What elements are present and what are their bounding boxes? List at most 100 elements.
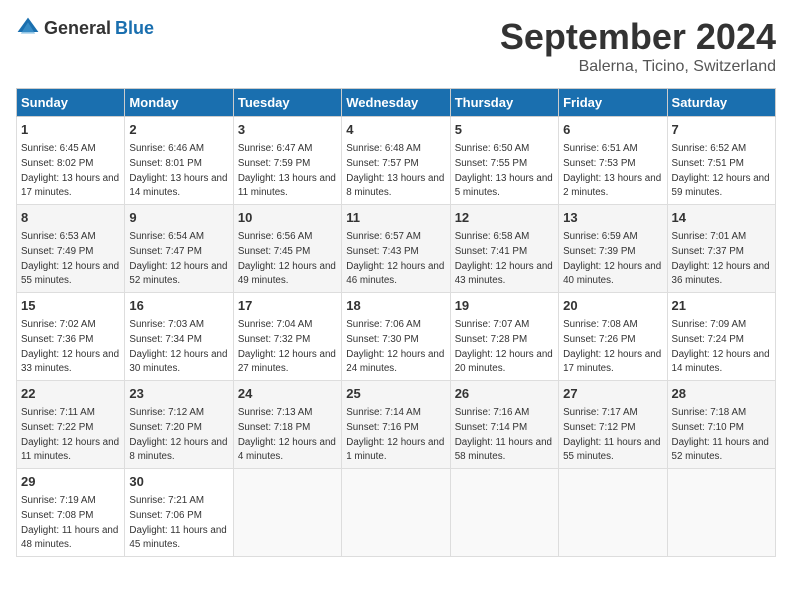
calendar-week-4: 22 Sunrise: 7:11 AM Sunset: 7:22 PM Dayl… xyxy=(17,381,776,469)
calendar-cell: 25 Sunrise: 7:14 AM Sunset: 7:16 PM Dayl… xyxy=(342,381,450,469)
month-title: September 2024 xyxy=(500,16,776,58)
sunset-info: Sunset: 7:14 PM xyxy=(455,422,527,433)
sunrise-info: Sunrise: 7:08 AM xyxy=(563,319,638,330)
calendar-cell: 26 Sunrise: 7:16 AM Sunset: 7:14 PM Dayl… xyxy=(450,381,558,469)
col-saturday: Saturday xyxy=(667,89,775,117)
day-number: 6 xyxy=(563,121,662,139)
col-friday: Friday xyxy=(559,89,667,117)
calendar-table: Sunday Monday Tuesday Wednesday Thursday… xyxy=(16,88,776,557)
sunrise-info: Sunrise: 6:45 AM xyxy=(21,143,96,154)
calendar-cell: 7 Sunrise: 6:52 AM Sunset: 7:51 PM Dayli… xyxy=(667,117,775,205)
sunrise-info: Sunrise: 7:17 AM xyxy=(563,407,638,418)
daylight-info: Daylight: 13 hours and 17 minutes. xyxy=(21,173,119,199)
daylight-info: Daylight: 13 hours and 14 minutes. xyxy=(129,173,227,199)
sunrise-info: Sunrise: 6:46 AM xyxy=(129,143,204,154)
sunrise-info: Sunrise: 6:48 AM xyxy=(346,143,421,154)
calendar-cell: 6 Sunrise: 6:51 AM Sunset: 7:53 PM Dayli… xyxy=(559,117,667,205)
sunrise-info: Sunrise: 7:04 AM xyxy=(238,319,313,330)
daylight-info: Daylight: 12 hours and 46 minutes. xyxy=(346,261,444,287)
day-number: 1 xyxy=(21,121,120,139)
sunrise-info: Sunrise: 7:14 AM xyxy=(346,407,421,418)
day-number: 17 xyxy=(238,297,337,315)
sunset-info: Sunset: 7:49 PM xyxy=(21,246,93,257)
sunrise-info: Sunrise: 6:59 AM xyxy=(563,231,638,242)
daylight-info: Daylight: 12 hours and 14 minutes. xyxy=(672,349,770,375)
day-number: 27 xyxy=(563,385,662,403)
sunrise-info: Sunrise: 7:16 AM xyxy=(455,407,530,418)
daylight-info: Daylight: 12 hours and 33 minutes. xyxy=(21,349,119,375)
sunset-info: Sunset: 7:57 PM xyxy=(346,158,418,169)
sunrise-info: Sunrise: 7:21 AM xyxy=(129,495,204,506)
col-sunday: Sunday xyxy=(17,89,125,117)
col-tuesday: Tuesday xyxy=(233,89,341,117)
daylight-info: Daylight: 12 hours and 59 minutes. xyxy=(672,173,770,199)
daylight-info: Daylight: 12 hours and 1 minute. xyxy=(346,437,444,463)
day-number: 19 xyxy=(455,297,554,315)
daylight-info: Daylight: 12 hours and 40 minutes. xyxy=(563,261,661,287)
day-number: 12 xyxy=(455,209,554,227)
sunset-info: Sunset: 7:20 PM xyxy=(129,422,201,433)
day-number: 25 xyxy=(346,385,445,403)
daylight-info: Daylight: 13 hours and 11 minutes. xyxy=(238,173,336,199)
calendar-cell: 10 Sunrise: 6:56 AM Sunset: 7:45 PM Dayl… xyxy=(233,205,341,293)
day-number: 11 xyxy=(346,209,445,227)
daylight-info: Daylight: 12 hours and 43 minutes. xyxy=(455,261,553,287)
sunset-info: Sunset: 7:39 PM xyxy=(563,246,635,257)
sunset-info: Sunset: 7:24 PM xyxy=(672,334,744,345)
day-number: 15 xyxy=(21,297,120,315)
sunset-info: Sunset: 7:18 PM xyxy=(238,422,310,433)
daylight-info: Daylight: 12 hours and 8 minutes. xyxy=(129,437,227,463)
sunset-info: Sunset: 7:53 PM xyxy=(563,158,635,169)
daylight-info: Daylight: 12 hours and 52 minutes. xyxy=(129,261,227,287)
calendar-cell: 12 Sunrise: 6:58 AM Sunset: 7:41 PM Dayl… xyxy=(450,205,558,293)
col-monday: Monday xyxy=(125,89,233,117)
sunset-info: Sunset: 7:30 PM xyxy=(346,334,418,345)
sunrise-info: Sunrise: 6:58 AM xyxy=(455,231,530,242)
calendar-week-3: 15 Sunrise: 7:02 AM Sunset: 7:36 PM Dayl… xyxy=(17,293,776,381)
sunrise-info: Sunrise: 6:51 AM xyxy=(563,143,638,154)
location-title: Balerna, Ticino, Switzerland xyxy=(500,58,776,76)
calendar-cell: 19 Sunrise: 7:07 AM Sunset: 7:28 PM Dayl… xyxy=(450,293,558,381)
sunrise-info: Sunrise: 7:02 AM xyxy=(21,319,96,330)
sunset-info: Sunset: 7:28 PM xyxy=(455,334,527,345)
sunset-info: Sunset: 7:34 PM xyxy=(129,334,201,345)
day-number: 18 xyxy=(346,297,445,315)
sunrise-info: Sunrise: 6:50 AM xyxy=(455,143,530,154)
day-number: 4 xyxy=(346,121,445,139)
day-number: 16 xyxy=(129,297,228,315)
sunset-info: Sunset: 7:36 PM xyxy=(21,334,93,345)
sunset-info: Sunset: 7:43 PM xyxy=(346,246,418,257)
sunrise-info: Sunrise: 6:53 AM xyxy=(21,231,96,242)
calendar-cell: 16 Sunrise: 7:03 AM Sunset: 7:34 PM Dayl… xyxy=(125,293,233,381)
sunrise-info: Sunrise: 7:01 AM xyxy=(672,231,747,242)
daylight-info: Daylight: 12 hours and 24 minutes. xyxy=(346,349,444,375)
logo-general: General xyxy=(44,18,111,39)
calendar-cell: 4 Sunrise: 6:48 AM Sunset: 7:57 PM Dayli… xyxy=(342,117,450,205)
sunrise-info: Sunrise: 7:03 AM xyxy=(129,319,204,330)
calendar-cell: 15 Sunrise: 7:02 AM Sunset: 7:36 PM Dayl… xyxy=(17,293,125,381)
calendar-cell xyxy=(667,469,775,557)
day-number: 9 xyxy=(129,209,228,227)
daylight-info: Daylight: 12 hours and 55 minutes. xyxy=(21,261,119,287)
sunset-info: Sunset: 8:01 PM xyxy=(129,158,201,169)
daylight-info: Daylight: 11 hours and 45 minutes. xyxy=(129,525,226,551)
sunset-info: Sunset: 7:22 PM xyxy=(21,422,93,433)
calendar-cell: 30 Sunrise: 7:21 AM Sunset: 7:06 PM Dayl… xyxy=(125,469,233,557)
sunset-info: Sunset: 7:47 PM xyxy=(129,246,201,257)
sunset-info: Sunset: 7:32 PM xyxy=(238,334,310,345)
sunrise-info: Sunrise: 6:47 AM xyxy=(238,143,313,154)
calendar-cell: 3 Sunrise: 6:47 AM Sunset: 7:59 PM Dayli… xyxy=(233,117,341,205)
day-number: 8 xyxy=(21,209,120,227)
day-number: 2 xyxy=(129,121,228,139)
calendar-cell: 2 Sunrise: 6:46 AM Sunset: 8:01 PM Dayli… xyxy=(125,117,233,205)
sunrise-info: Sunrise: 6:52 AM xyxy=(672,143,747,154)
sunset-info: Sunset: 7:12 PM xyxy=(563,422,635,433)
daylight-info: Daylight: 11 hours and 58 minutes. xyxy=(455,437,552,463)
daylight-info: Daylight: 11 hours and 55 minutes. xyxy=(563,437,660,463)
calendar-cell: 11 Sunrise: 6:57 AM Sunset: 7:43 PM Dayl… xyxy=(342,205,450,293)
daylight-info: Daylight: 13 hours and 5 minutes. xyxy=(455,173,553,199)
sunrise-info: Sunrise: 7:13 AM xyxy=(238,407,313,418)
calendar-cell xyxy=(450,469,558,557)
calendar-week-1: 1 Sunrise: 6:45 AM Sunset: 8:02 PM Dayli… xyxy=(17,117,776,205)
daylight-info: Daylight: 13 hours and 8 minutes. xyxy=(346,173,444,199)
